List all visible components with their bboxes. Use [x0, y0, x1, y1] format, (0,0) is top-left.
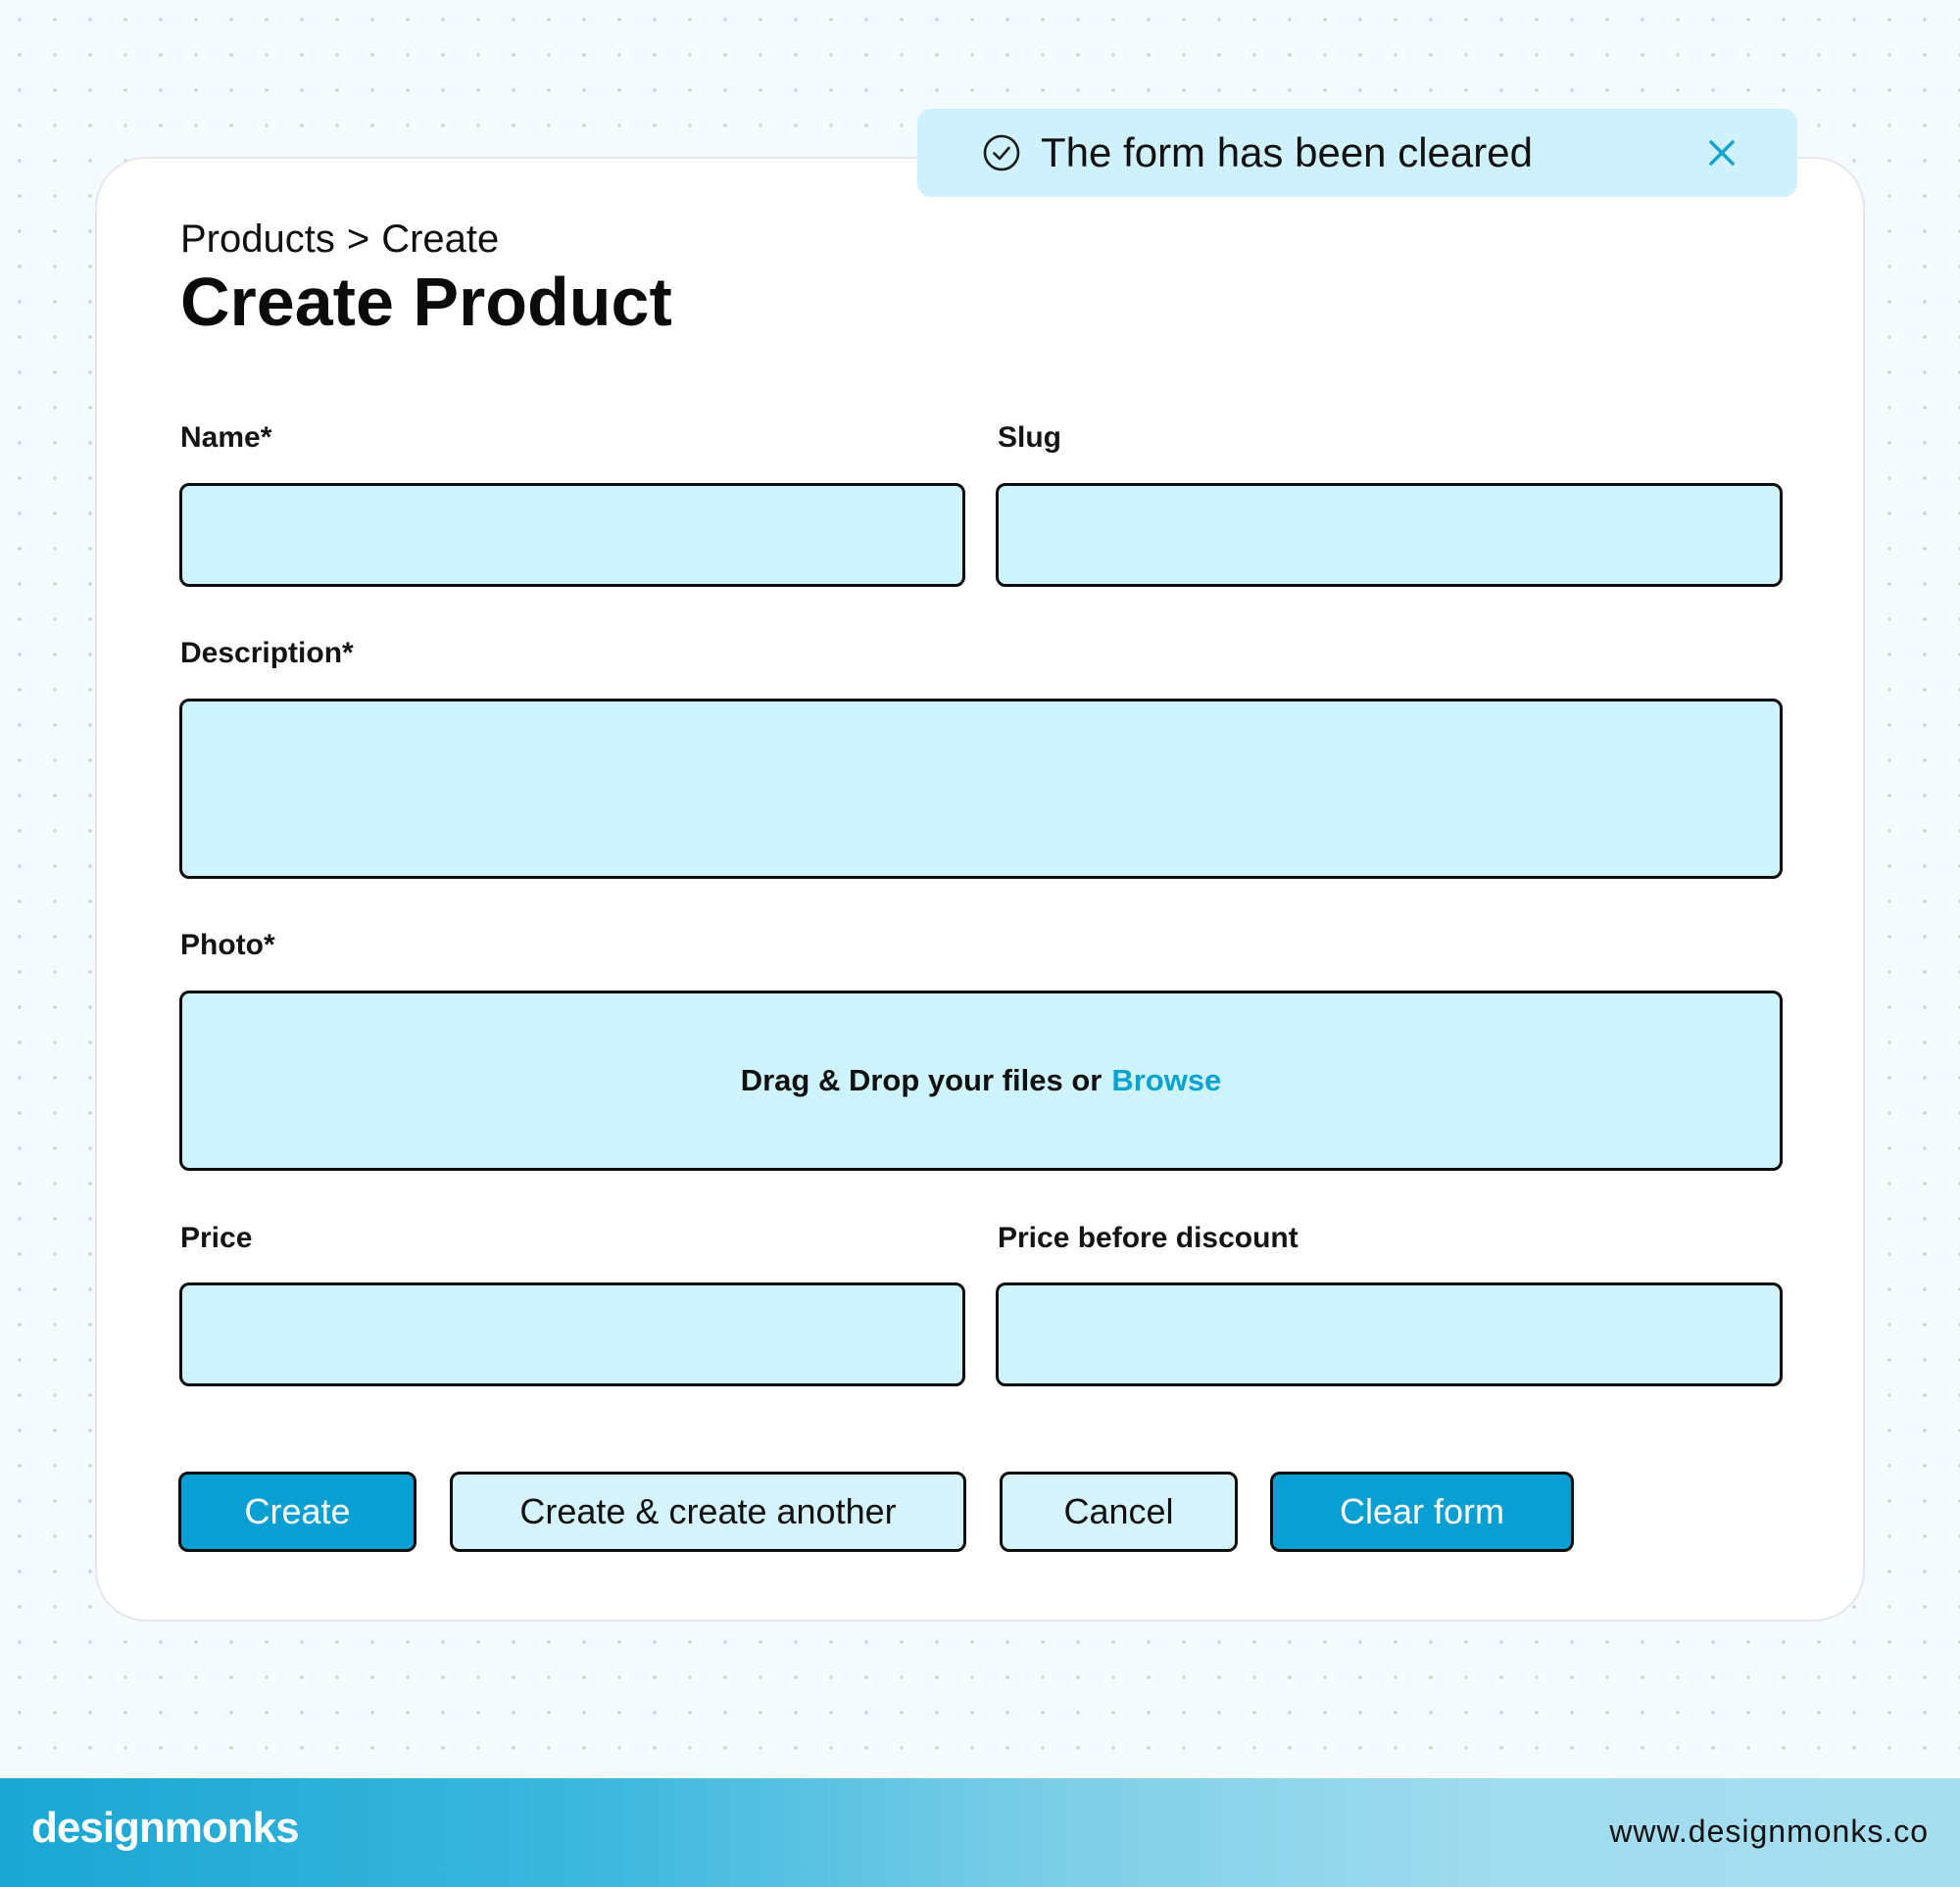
- photo-dropzone[interactable]: Drag & Drop your files or Browse: [179, 991, 1783, 1171]
- price-label: Price: [180, 1222, 253, 1254]
- slug-label: Slug: [998, 421, 1061, 454]
- price-before-discount-field-box: [996, 1282, 1783, 1386]
- close-icon[interactable]: [1705, 136, 1739, 169]
- form-card: [95, 157, 1865, 1621]
- create-another-button[interactable]: Create & create another: [450, 1472, 966, 1552]
- browse-link[interactable]: Browse: [1111, 1063, 1221, 1098]
- description-label: Description*: [180, 637, 354, 669]
- description-field-box: [179, 699, 1783, 879]
- slug-field-box: [996, 483, 1783, 587]
- photo-label: Photo*: [180, 929, 275, 961]
- toast-message: The form has been cleared: [1041, 129, 1533, 175]
- website-url: www.designmonks.co: [1609, 1814, 1929, 1849]
- brand-logo: designmonks: [31, 1804, 300, 1852]
- slug-field[interactable]: [999, 486, 1780, 584]
- footer-banner: designmonks www.designmonks.co: [0, 1778, 1960, 1887]
- clear-form-button[interactable]: Clear form: [1270, 1472, 1574, 1552]
- price-before-discount-field[interactable]: [999, 1285, 1780, 1383]
- dropzone-text: Drag & Drop your files or: [740, 1063, 1102, 1097]
- breadcrumb: Products > Create: [180, 218, 499, 262]
- create-button[interactable]: Create: [178, 1472, 416, 1552]
- price-before-discount-label: Price before discount: [998, 1222, 1298, 1254]
- page-title: Create Product: [180, 264, 672, 340]
- cancel-button[interactable]: Cancel: [1000, 1472, 1238, 1552]
- description-field[interactable]: [182, 702, 1780, 876]
- breadcrumb-parent[interactable]: Products: [180, 218, 335, 262]
- toast-notification: The form has been cleared: [917, 109, 1797, 197]
- name-field[interactable]: [182, 486, 962, 584]
- name-label: Name*: [180, 421, 272, 454]
- breadcrumb-separator: >: [346, 218, 370, 261]
- price-field[interactable]: [182, 1285, 962, 1383]
- breadcrumb-current: Create: [381, 218, 500, 261]
- check-circle-icon: [982, 133, 1021, 172]
- name-field-box: [179, 483, 965, 587]
- price-field-box: [179, 1282, 965, 1386]
